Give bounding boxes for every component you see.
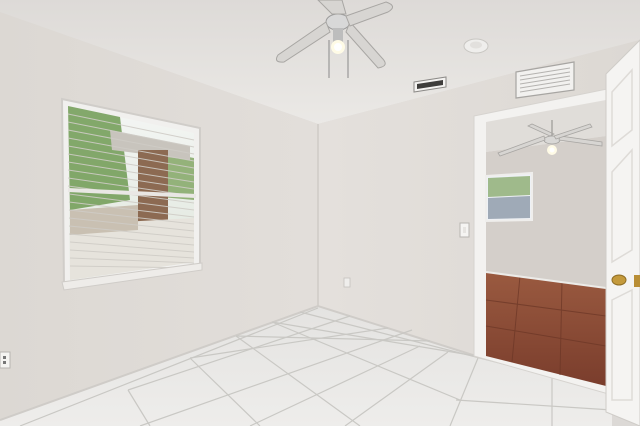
window xyxy=(60,97,203,291)
room-scene xyxy=(0,0,640,426)
electrical-outlet-icon xyxy=(343,277,351,288)
light-switch-icon[interactable] xyxy=(459,222,470,238)
door[interactable] xyxy=(605,39,640,426)
smoke-detector-icon xyxy=(463,38,489,54)
electrical-outlet-icon xyxy=(0,351,11,369)
doorway xyxy=(473,87,613,396)
room-photo xyxy=(0,0,640,426)
